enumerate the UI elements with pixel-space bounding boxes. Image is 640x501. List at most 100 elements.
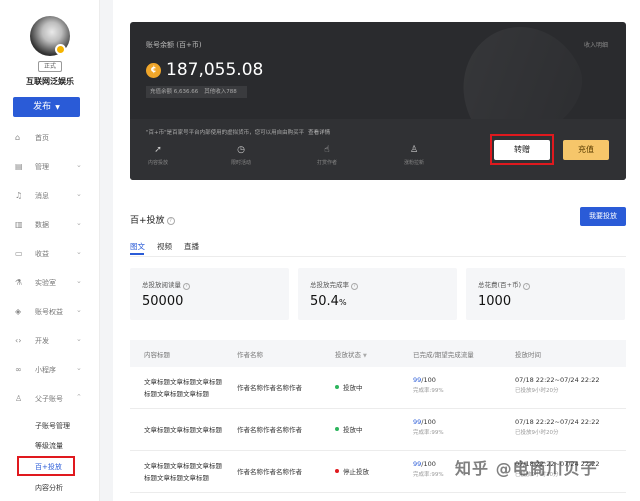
wallet-icon: ▭ xyxy=(15,249,23,258)
manage-icon: ▤ xyxy=(15,162,23,171)
subnav-child-accounts[interactable]: 子账号管理 xyxy=(35,421,70,431)
perk-content-promo[interactable]: ➚ 内容投放 xyxy=(138,145,178,166)
column-header: 投放时间 xyxy=(515,351,541,359)
user-icon: ♙ xyxy=(15,394,23,403)
verified-badge-icon xyxy=(55,44,66,55)
thumb-icon: ☝ xyxy=(324,145,330,155)
balance-title: 账号余额 (百+币) xyxy=(146,41,202,49)
chart-icon: ▥ xyxy=(15,220,23,229)
help-icon[interactable]: ? xyxy=(166,217,175,225)
traffic-progress: 99/100 完成率:99% xyxy=(413,418,444,436)
chevron-down-icon: ⌄ xyxy=(76,364,82,372)
filter-icon[interactable]: ▼ xyxy=(363,353,367,359)
tab-video[interactable]: 视频 xyxy=(157,241,172,252)
highlight-box xyxy=(17,456,75,476)
perk-tip-author[interactable]: ☝ 打赏作者 xyxy=(307,145,347,166)
nav-item-rights[interactable]: ◈ 账号权益 ⌄ xyxy=(0,305,100,319)
subnav-level-traffic[interactable]: 等级流量 xyxy=(35,441,63,451)
status-dot-icon xyxy=(335,469,339,473)
account-level-tag: 正式 xyxy=(38,61,62,72)
stat-total-cost: 总花费(百+币)? 1000 xyxy=(466,268,625,320)
status-dot-icon xyxy=(335,385,339,389)
highlight-box xyxy=(490,134,554,165)
table-row[interactable]: 文章标题文章标题文章标题 作者名称作者名称作者 投放中 99/100 完成率:99… xyxy=(130,409,626,451)
traffic-progress: 99/100 完成率:99% xyxy=(413,376,444,394)
publish-button[interactable]: 发布 ▼ xyxy=(13,97,80,117)
account-name: 互联网泛娱乐 xyxy=(26,77,74,86)
chevron-down-icon: ⌄ xyxy=(76,277,82,285)
bell-icon: ♫ xyxy=(15,191,23,200)
content-title[interactable]: 文章标题文章标题文章标题 xyxy=(144,424,222,436)
table-header: 内容标题 作者名称 投放状态 ▼ 已完成/期望完成流量 投放时间 xyxy=(130,340,626,367)
nav-item-dev[interactable]: ‹› 开发 ⌄ xyxy=(0,334,100,348)
chevron-down-icon: ⌄ xyxy=(76,219,82,227)
flask-icon: ⚗ xyxy=(15,278,23,287)
home-icon: ⌂ xyxy=(15,133,21,142)
section-title: 百+投放? xyxy=(130,213,175,226)
column-header: 内容标题 xyxy=(144,351,170,359)
nav-item-miniapp[interactable]: ∞ 小程序 ⌄ xyxy=(0,363,100,377)
income-detail-link[interactable]: 收入明细 xyxy=(584,40,608,49)
nav-item-lab[interactable]: ⚗ 实验室 ⌄ xyxy=(0,276,100,290)
column-header: 作者名称 xyxy=(237,351,263,359)
perk-limited-event[interactable]: ◷ 限时活动 xyxy=(221,145,261,166)
chevron-down-icon: ⌄ xyxy=(76,306,82,314)
stat-total-reads: 总投放阅读量? 50000 xyxy=(130,268,289,320)
balance-breakdown: 充值余额 6,636.66 其他收入788 xyxy=(146,86,247,98)
tab-live[interactable]: 直播 xyxy=(184,241,199,252)
nav-item-earnings[interactable]: ▭ 收益 ⌄ xyxy=(0,247,100,261)
recharge-button[interactable]: 充值 xyxy=(563,140,609,160)
traffic-progress: 99/100 完成率:99% xyxy=(413,460,444,478)
nav-item-data[interactable]: ▥ 数据 ⌄ xyxy=(0,218,100,232)
chevron-up-icon: ⌃ xyxy=(76,393,82,401)
promo-time: 07/18 22:22~07/24 22:22 已投放9小时20分 xyxy=(515,418,600,436)
balance-card: 账号余额 (百+币) 收入明细 ¢ 187,055.08 充值余额 6,636.… xyxy=(130,22,626,180)
rocket-icon: ➚ xyxy=(154,145,162,155)
column-header[interactable]: 投放状态 ▼ xyxy=(335,349,367,359)
caret-down-icon: ▼ xyxy=(55,104,60,111)
nav-item-manage[interactable]: ▤ 管理 ⌄ xyxy=(0,160,100,174)
miniapp-icon: ∞ xyxy=(15,365,22,374)
balance-footer: "百+币"是百家号平台内部使用的虚拟货币，您可以用自由购买平 查看详情 ➚ 内容投放… xyxy=(130,119,626,180)
start-promo-button[interactable]: 我要投放 xyxy=(580,207,626,226)
author-name: 作者名称作者名称作者 xyxy=(237,468,302,476)
nav-item-parent-child[interactable]: ♙ 父子账号 ⌃ xyxy=(0,392,100,406)
promo-time: 07/18 22:22~07/24 22:22 已投放9小时20分 xyxy=(515,376,600,394)
active-tab-indicator xyxy=(130,253,144,255)
chevron-down-icon: ⌄ xyxy=(76,190,82,198)
chevron-down-icon: ⌄ xyxy=(76,161,82,169)
help-icon[interactable]: ? xyxy=(183,283,190,290)
content-title[interactable]: 文章标题文章标题文章标题 标题文章标题文章标题 xyxy=(144,376,222,400)
subnav-content-analysis[interactable]: 内容分析 xyxy=(35,483,63,493)
status-badge: 停止投放 xyxy=(335,466,369,476)
column-header: 已完成/期望完成流量 xyxy=(413,351,474,359)
watermark: 知乎 @电商川贝子 xyxy=(455,459,598,478)
publish-label: 发布 xyxy=(33,102,52,112)
tab-divider xyxy=(130,256,626,257)
perk-gain-fans[interactable]: ♙ 涨粉拉新 xyxy=(394,145,434,166)
nav-item-home[interactable]: ⌂ 首页 xyxy=(0,131,100,145)
stat-completion-rate: 总投放完成率? 50.4% xyxy=(298,268,457,320)
clock-icon: ◷ xyxy=(237,145,245,155)
author-name: 作者名称作者名称作者 xyxy=(237,384,302,392)
coin-icon: ¢ xyxy=(146,63,161,78)
status-dot-icon xyxy=(335,427,339,431)
sidebar: 正式 互联网泛娱乐 发布 ▼ ⌂ 首页 ▤ 管理 ⌄ ♫ 消息 ⌄ ▥ 数据 ⌄ ▭ 收益 ⌄ ⚗ 实… xyxy=(0,0,100,501)
status-badge: 投放中 xyxy=(335,424,363,434)
chevron-down-icon: ⌄ xyxy=(76,248,82,256)
help-icon[interactable]: ? xyxy=(351,283,358,290)
help-icon[interactable]: ? xyxy=(523,283,531,290)
person-add-icon: ♙ xyxy=(409,145,419,155)
balance-description: "百+币"是百家号平台内部使用的虚拟货币，您可以用自由购买平 查看详情 xyxy=(146,130,331,136)
status-badge: 投放中 xyxy=(335,382,363,392)
tab-article[interactable]: 图文 xyxy=(130,241,145,252)
author-name: 作者名称作者名称作者 xyxy=(237,426,302,434)
shield-icon: ◈ xyxy=(15,307,22,316)
content-title[interactable]: 文章标题文章标题文章标题 标题文章标题文章标题 xyxy=(144,460,222,484)
chevron-down-icon: ⌄ xyxy=(76,335,82,343)
nav-item-messages[interactable]: ♫ 消息 ⌄ xyxy=(0,189,100,203)
view-details-link[interactable]: 查看详情 xyxy=(308,130,330,136)
code-icon: ‹› xyxy=(15,336,22,345)
balance-amount: 187,055.08 xyxy=(166,60,264,80)
table-row[interactable]: 文章标题文章标题文章标题 标题文章标题文章标题 作者名称作者名称作者 投放中 99… xyxy=(130,367,626,409)
